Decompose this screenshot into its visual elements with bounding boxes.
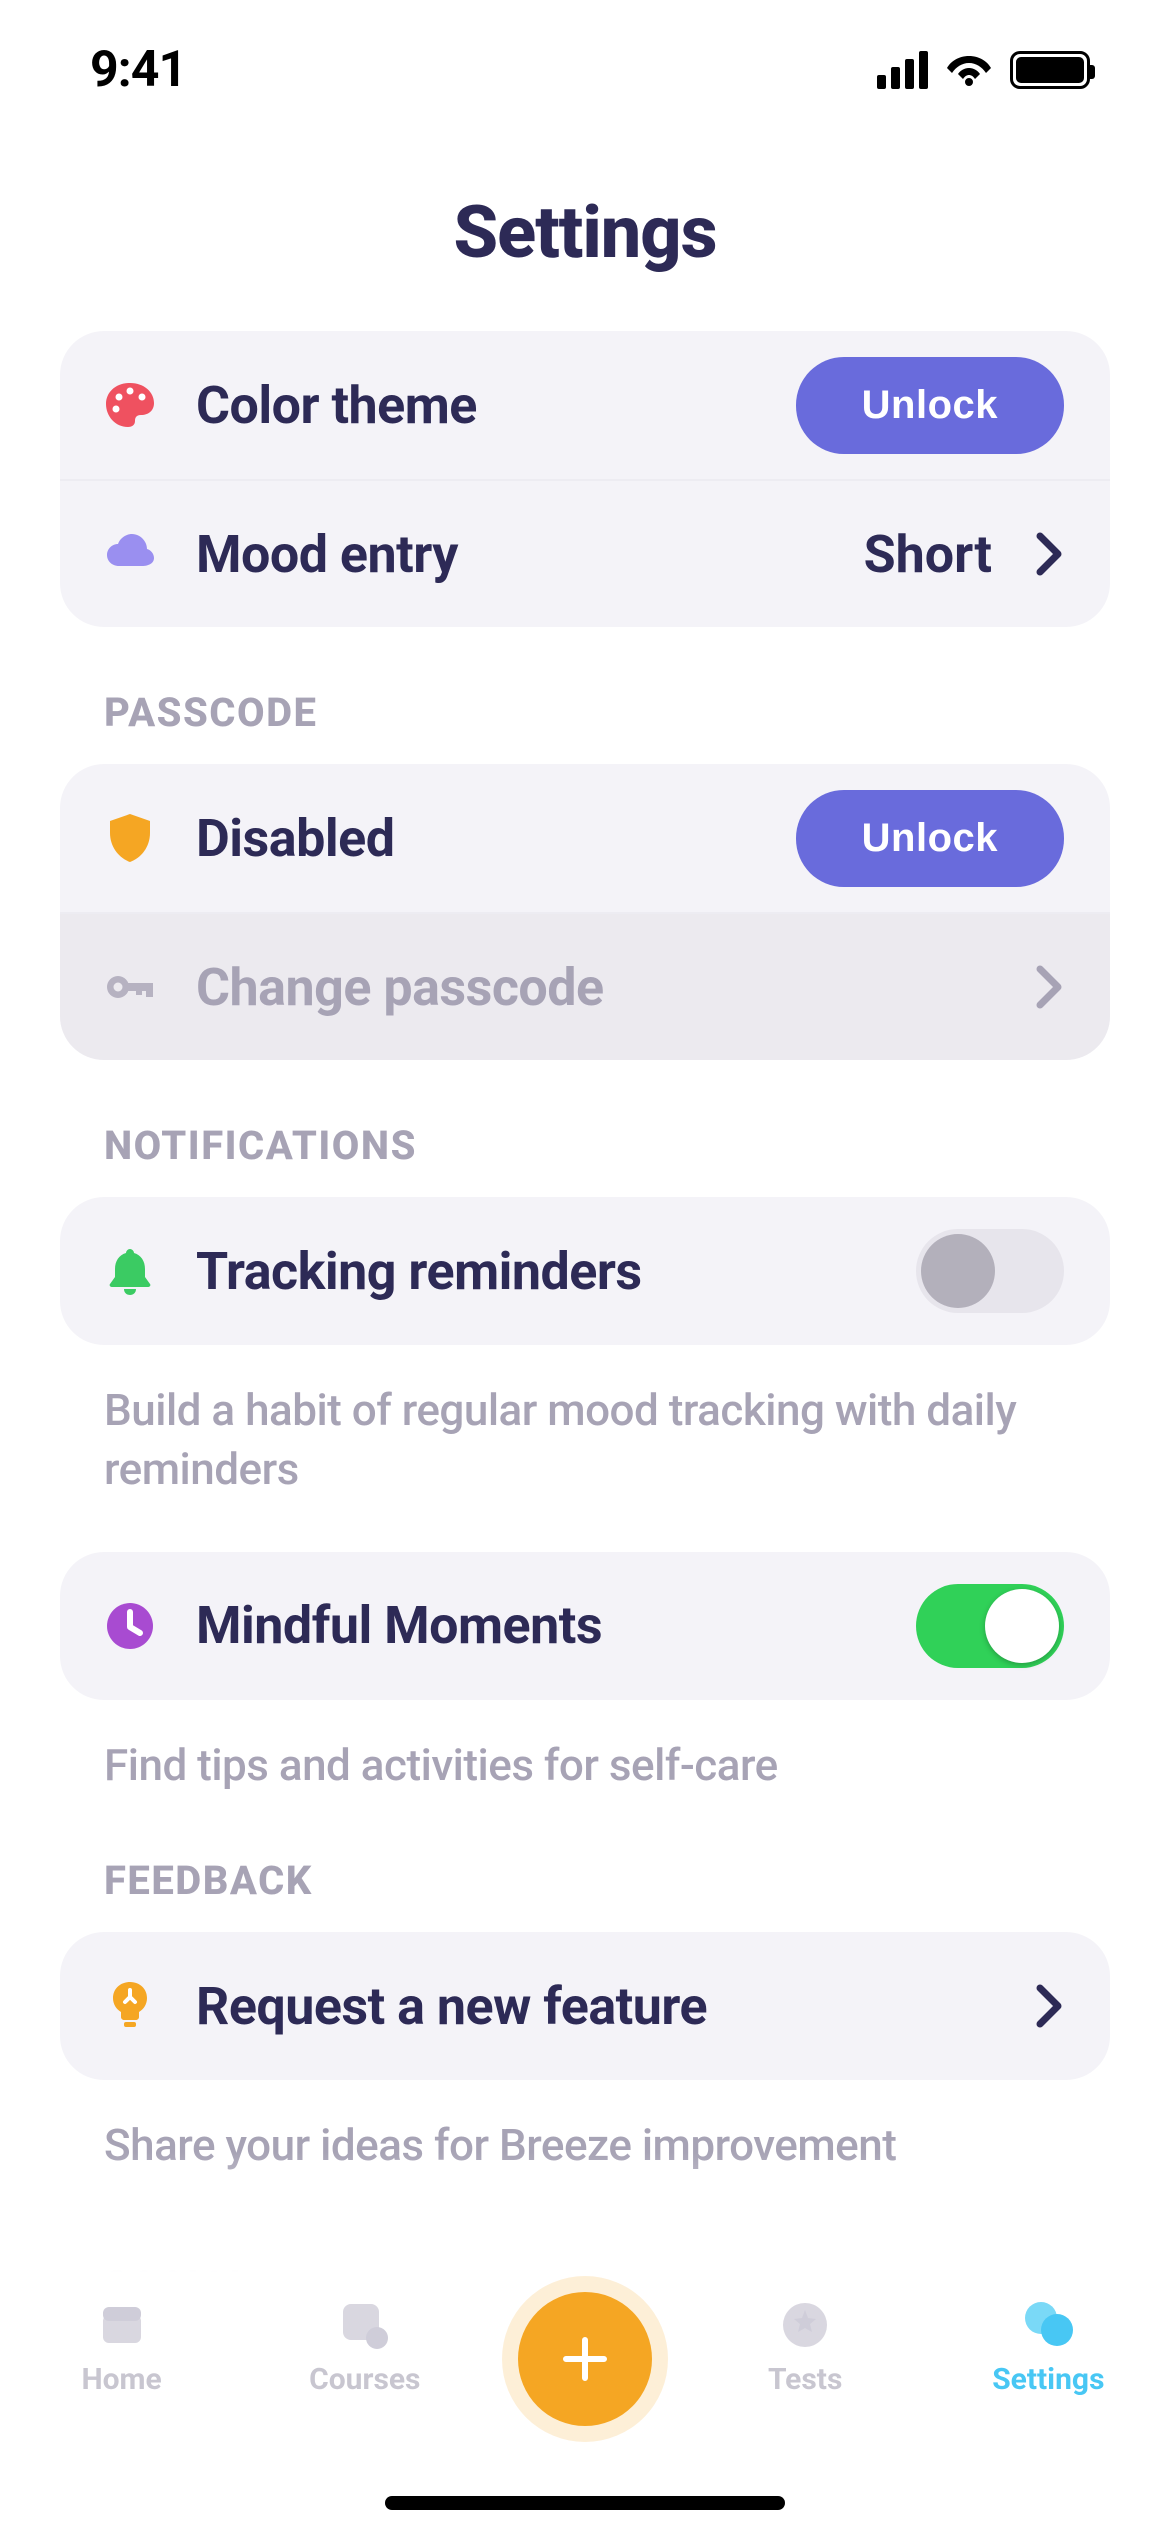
- settings-icon: [1019, 2296, 1077, 2354]
- passcode-status-label: Disabled: [196, 808, 760, 869]
- tab-courses[interactable]: Courses: [275, 2296, 455, 2397]
- status-bar: 9:41: [0, 0, 1170, 140]
- mindful-group: Mindful Moments: [60, 1552, 1110, 1700]
- bell-icon: [100, 1241, 160, 1301]
- chevron-right-icon: [1034, 965, 1064, 1009]
- row-request-feature[interactable]: Request a new feature: [60, 1932, 1110, 2080]
- mindful-moments-toggle[interactable]: [916, 1584, 1064, 1668]
- tab-bar: Home Courses Tests Settings: [0, 2272, 1170, 2532]
- wifi-icon: [946, 52, 992, 88]
- tracking-group: Tracking reminders: [60, 1197, 1110, 1345]
- tab-home-label: Home: [81, 2362, 161, 2397]
- cloud-icon: [100, 524, 160, 584]
- tracking-reminders-label: Tracking reminders: [196, 1241, 880, 1302]
- add-button[interactable]: [518, 2292, 652, 2426]
- passcode-group: Disabled Unlock Change passcode: [60, 764, 1110, 1060]
- home-indicator: [385, 2496, 785, 2510]
- section-header-notifications: NOTIFICATIONS: [104, 1122, 1110, 1169]
- shield-icon: [100, 808, 160, 868]
- tab-home[interactable]: Home: [32, 2296, 212, 2397]
- tracking-reminders-hint: Build a habit of regular mood tracking w…: [104, 1381, 1066, 1500]
- color-theme-unlock-button[interactable]: Unlock: [796, 357, 1064, 454]
- mindful-moments-hint: Find tips and activities for self-care: [104, 1736, 1066, 1795]
- lightbulb-icon: [100, 1976, 160, 2036]
- tracking-reminders-toggle[interactable]: [916, 1229, 1064, 1313]
- tab-courses-label: Courses: [309, 2362, 420, 2397]
- key-icon: [100, 957, 160, 1017]
- row-tracking-reminders[interactable]: Tracking reminders: [60, 1197, 1110, 1345]
- tab-tests[interactable]: Tests: [715, 2296, 895, 2397]
- tab-settings-label: Settings: [992, 2362, 1104, 2397]
- plus-icon: [558, 2332, 612, 2386]
- request-feature-label: Request a new feature: [196, 1976, 998, 2037]
- status-time: 9:41: [90, 41, 186, 99]
- home-icon: [95, 2296, 149, 2354]
- page-title: Settings: [0, 190, 1170, 275]
- palette-icon: [100, 375, 160, 435]
- battery-icon: [1010, 51, 1090, 89]
- chevron-right-icon: [1034, 1984, 1064, 2028]
- mood-entry-value: Short: [864, 524, 992, 585]
- row-passcode-status[interactable]: Disabled Unlock: [60, 764, 1110, 912]
- clock-icon: [100, 1596, 160, 1656]
- courses-icon: [337, 2296, 393, 2354]
- row-mindful-moments[interactable]: Mindful Moments: [60, 1552, 1110, 1700]
- section-header-feedback: FEEDBACK: [104, 1857, 1110, 1904]
- status-indicators: [877, 51, 1090, 89]
- feedback-group: Request a new feature: [60, 1932, 1110, 2080]
- row-mood-entry[interactable]: Mood entry Short: [60, 479, 1110, 627]
- color-theme-label: Color theme: [196, 375, 760, 436]
- appearance-group: Color theme Unlock Mood entry Short: [60, 331, 1110, 627]
- row-color-theme[interactable]: Color theme Unlock: [60, 331, 1110, 479]
- tab-tests-label: Tests: [768, 2362, 842, 2397]
- tests-icon: [780, 2296, 830, 2354]
- mindful-moments-label: Mindful Moments: [196, 1595, 880, 1656]
- row-change-passcode: Change passcode: [60, 912, 1110, 1060]
- passcode-unlock-button[interactable]: Unlock: [796, 790, 1064, 887]
- signal-icon: [877, 51, 928, 89]
- section-header-passcode: PASSCODE: [104, 689, 1110, 736]
- chevron-right-icon: [1034, 532, 1064, 576]
- change-passcode-label: Change passcode: [196, 957, 998, 1018]
- tab-settings[interactable]: Settings: [958, 2296, 1138, 2397]
- mood-entry-label: Mood entry: [196, 524, 828, 585]
